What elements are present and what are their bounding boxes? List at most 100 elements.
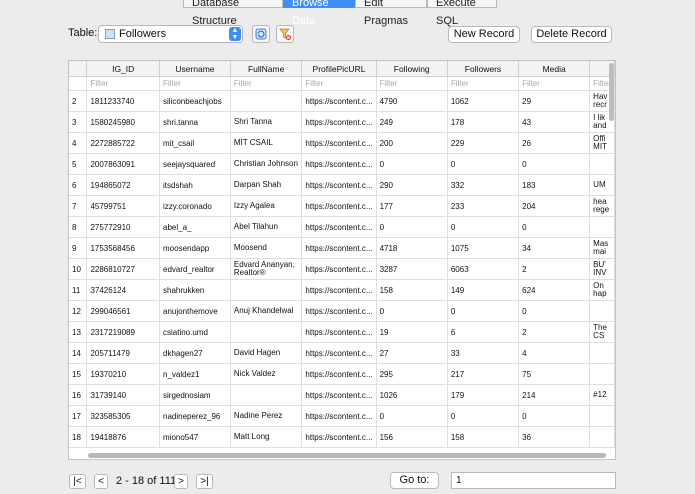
cell-username[interactable]: n_valdez1 bbox=[159, 363, 231, 385]
cell-fullname[interactable]: Moosend bbox=[230, 237, 303, 259]
cell-username[interactable]: miono547 bbox=[159, 426, 231, 448]
cell-fullname[interactable]: Edvard Ananyan, Realtor® bbox=[230, 258, 303, 280]
table-row[interactable]: 9 1753568456 moosendapp Moosend https://scon… bbox=[69, 237, 615, 259]
cell-ig-id[interactable]: 205711479 bbox=[86, 342, 160, 364]
cell-ig-id[interactable]: 2272885722 bbox=[86, 132, 160, 154]
cell-followers[interactable]: 179 bbox=[447, 384, 520, 406]
cell-following[interactable]: 158 bbox=[376, 279, 448, 301]
table-row[interactable]: 11 37426124 shahrukken https://scontent.c..… bbox=[69, 279, 615, 301]
cell-media[interactable]: 4 bbox=[518, 342, 591, 364]
goto-input[interactable]: 1 bbox=[451, 472, 616, 489]
cell-ig-id[interactable]: 299046561 bbox=[86, 300, 160, 322]
tab-browse-data[interactable]: Browse Data bbox=[283, 0, 355, 27]
cell-fullname[interactable]: Izzy Agalea bbox=[230, 195, 303, 217]
cell-followers[interactable]: 217 bbox=[447, 363, 520, 385]
cell-profilepicurl[interactable]: https://scontent.c... bbox=[301, 111, 377, 133]
next-page-button[interactable]: > bbox=[174, 474, 188, 489]
cell-followers[interactable]: 1062 bbox=[447, 90, 520, 112]
cell-biography[interactable]: #12 bbox=[589, 384, 615, 406]
previous-page-button[interactable]: < bbox=[94, 474, 108, 489]
cell-following[interactable]: 0 bbox=[376, 216, 448, 238]
cell-followers[interactable]: 0 bbox=[447, 405, 520, 427]
cell-following[interactable]: 4718 bbox=[376, 237, 448, 259]
cell-following[interactable]: 0 bbox=[376, 300, 448, 322]
cell-following[interactable]: 200 bbox=[376, 132, 448, 154]
cell-media[interactable]: 0 bbox=[518, 216, 591, 238]
cell-fullname[interactable] bbox=[230, 279, 303, 301]
cell-profilepicurl[interactable]: https://scontent.c... bbox=[301, 405, 377, 427]
cell-username[interactable]: sirgednosiam bbox=[159, 384, 231, 406]
cell-followers[interactable]: 149 bbox=[447, 279, 520, 301]
cell-fullname[interactable]: Abel Tilahun bbox=[230, 216, 303, 238]
cell-biography[interactable]: The CS bbox=[589, 321, 615, 343]
cell-fullname[interactable]: Matt Long bbox=[230, 426, 303, 448]
cell-following[interactable]: 1026 bbox=[376, 384, 448, 406]
cell-ig-id[interactable]: 2317219089 bbox=[86, 321, 160, 343]
cell-followers[interactable]: 229 bbox=[447, 132, 520, 154]
cell-ig-id[interactable]: 194865072 bbox=[86, 174, 160, 196]
cell-profilepicurl[interactable]: https://scontent.c... bbox=[301, 321, 377, 343]
table-row[interactable]: 16 31739140 sirgednosiam https://scontent.c… bbox=[69, 384, 615, 406]
table-row[interactable]: 8 275772910 abel_a_ Abel Tilahun https://sco… bbox=[69, 216, 615, 238]
cell-username[interactable]: anujonthemove bbox=[159, 300, 231, 322]
cell-biography[interactable]: Offi MIT bbox=[589, 132, 615, 154]
cell-username[interactable]: csiatino.umd bbox=[159, 321, 231, 343]
cell-following[interactable]: 156 bbox=[376, 426, 448, 448]
table-row[interactable]: 7 45799751 izzy.coronado Izzy Agalea https:/… bbox=[69, 195, 615, 217]
filter-followers[interactable]: Filter bbox=[447, 76, 520, 91]
cell-ig-id[interactable]: 45799751 bbox=[86, 195, 160, 217]
cell-media[interactable]: 2 bbox=[518, 258, 591, 280]
table-row[interactable]: 5 2007863091 seejaysquared Christian Johnso… bbox=[69, 153, 615, 175]
cell-biography[interactable] bbox=[589, 363, 615, 385]
cell-fullname[interactable]: MIT CSAIL bbox=[230, 132, 303, 154]
tab-database-structure[interactable]: Database Structure bbox=[183, 0, 283, 27]
table-row[interactable]: 14 205711479 dkhagen27 David Hagen https://s… bbox=[69, 342, 615, 364]
cell-followers[interactable]: 1075 bbox=[447, 237, 520, 259]
cell-following[interactable]: 295 bbox=[376, 363, 448, 385]
goto-button[interactable]: Go to: bbox=[390, 472, 439, 489]
filter-media[interactable]: Filter bbox=[518, 76, 591, 91]
cell-username[interactable]: edvard_realtor bbox=[159, 258, 231, 280]
cell-username[interactable]: siliconbeachjobs bbox=[159, 90, 231, 112]
cell-media[interactable]: 214 bbox=[518, 384, 591, 406]
cell-biography[interactable] bbox=[589, 426, 615, 448]
cell-biography[interactable] bbox=[589, 300, 615, 322]
table-row[interactable]: 6 194865072 itsdshah Darpan Shah https://sco… bbox=[69, 174, 615, 196]
cell-following[interactable]: 290 bbox=[376, 174, 448, 196]
cell-media[interactable]: 34 bbox=[518, 237, 591, 259]
cell-biography[interactable]: BU' INV bbox=[589, 258, 615, 280]
first-page-button[interactable]: |< bbox=[69, 474, 86, 489]
table-select[interactable]: Followers ▲ ▼ bbox=[98, 25, 243, 43]
column-header-followers[interactable]: Followers bbox=[447, 61, 520, 77]
cell-fullname[interactable]: David Hagen bbox=[230, 342, 303, 364]
new-record-button[interactable]: New Record bbox=[448, 26, 520, 43]
column-header-fullname[interactable]: FullName bbox=[230, 61, 303, 77]
cell-media[interactable]: 0 bbox=[518, 405, 591, 427]
cell-following[interactable]: 0 bbox=[376, 405, 448, 427]
cell-media[interactable]: 204 bbox=[518, 195, 591, 217]
cell-profilepicurl[interactable]: https://scontent.c... bbox=[301, 195, 377, 217]
cell-profilepicurl[interactable]: https://scontent.c... bbox=[301, 132, 377, 154]
table-row[interactable]: 3 1580245980 shri.tanna Shri Tanna https://s… bbox=[69, 111, 615, 133]
cell-ig-id[interactable]: 2007863091 bbox=[86, 153, 160, 175]
cell-following[interactable]: 27 bbox=[376, 342, 448, 364]
column-header-following[interactable]: Following bbox=[376, 61, 448, 77]
tab-edit-pragmas[interactable]: Edit Pragmas bbox=[355, 0, 427, 27]
cell-biography[interactable]: hea rege bbox=[589, 195, 615, 217]
cell-username[interactable]: nadineperez_96 bbox=[159, 405, 231, 427]
cell-media[interactable]: 29 bbox=[518, 90, 591, 112]
cell-profilepicurl[interactable]: https://scontent.c... bbox=[301, 279, 377, 301]
delete-record-button[interactable]: Delete Record bbox=[531, 26, 612, 43]
table-row[interactable]: 15 19370210 n_valdez1 Nick Valdez https://sc… bbox=[69, 363, 615, 385]
table-row[interactable]: 18 19418876 miono547 Matt Long https://scont… bbox=[69, 426, 615, 448]
cell-username[interactable]: moosendapp bbox=[159, 237, 231, 259]
cell-following[interactable]: 0 bbox=[376, 153, 448, 175]
table-row[interactable]: 10 2286810727 edvard_realtor Edvard Ananyan… bbox=[69, 258, 615, 280]
cell-profilepicurl[interactable]: https://scontent.c... bbox=[301, 363, 377, 385]
cell-biography[interactable] bbox=[589, 405, 615, 427]
cell-media[interactable]: 624 bbox=[518, 279, 591, 301]
cell-ig-id[interactable]: 31739140 bbox=[86, 384, 160, 406]
cell-fullname[interactable]: Darpan Shah bbox=[230, 174, 303, 196]
cell-ig-id[interactable]: 275772910 bbox=[86, 216, 160, 238]
cell-username[interactable]: dkhagen27 bbox=[159, 342, 231, 364]
